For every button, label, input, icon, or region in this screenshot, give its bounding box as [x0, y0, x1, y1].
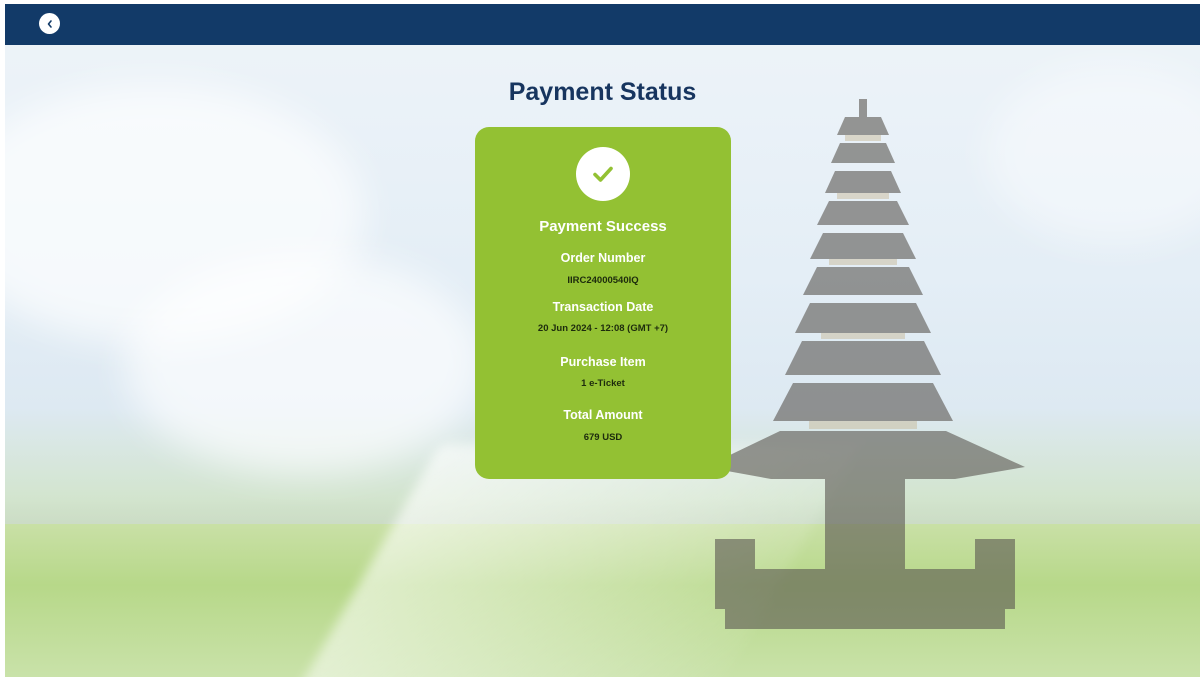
top-bar	[5, 4, 1200, 45]
total-amount-value: 679 USD	[583, 432, 623, 443]
background-cloud	[125, 254, 485, 474]
success-badge	[576, 147, 630, 201]
app-frame: Payment Status Payment Success Order Num…	[5, 4, 1200, 677]
chevron-left-icon	[47, 19, 52, 28]
total-amount-label: Total Amount	[563, 408, 643, 422]
check-icon	[593, 166, 613, 182]
purchase-item-value: 1 e-Ticket	[581, 378, 625, 389]
pagoda-image	[705, 99, 1025, 629]
transaction-date-label: Transaction Date	[552, 300, 654, 314]
page-title: Payment Status	[508, 78, 697, 106]
payment-status-card: Payment Success Order Number IIRC2400054…	[475, 127, 731, 479]
order-number-label: Order Number	[560, 251, 646, 265]
purchase-item-label: Purchase Item	[560, 355, 646, 369]
transaction-date-value: 20 Jun 2024 - 12:08 (GMT +7)	[537, 323, 669, 334]
order-number-value: IIRC24000540IQ	[567, 275, 639, 286]
back-button[interactable]	[39, 13, 60, 34]
payment-status-text: Payment Success	[539, 218, 667, 235]
